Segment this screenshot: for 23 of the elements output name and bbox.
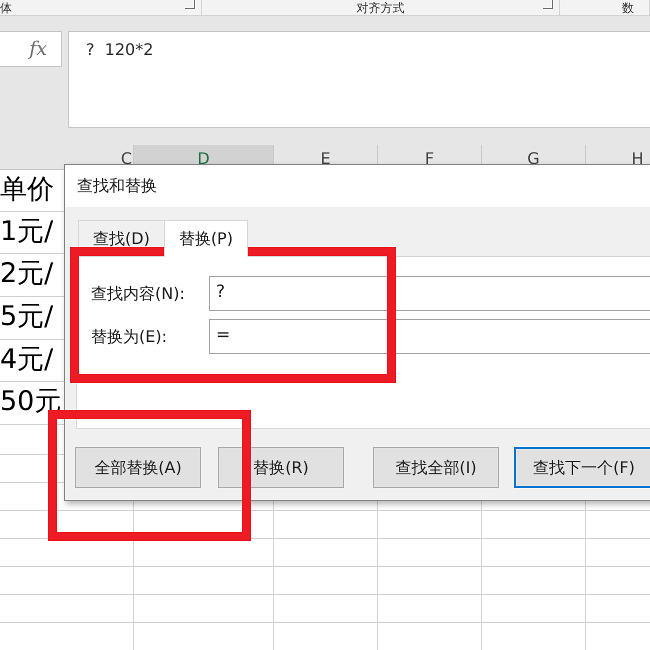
dialog-button[interactable]: 查找全部(I) [373,447,499,488]
field-label: 替换为(E): [91,326,168,348]
cell-text: 5元/ [0,300,54,334]
group-label: 数 [622,2,634,14]
dialog-button[interactable]: 全部替换(A) [75,447,201,488]
group-label: 体 [0,2,12,14]
cell-text: 4元/ [0,343,54,377]
name-box[interactable]: fx [0,31,62,67]
input-field[interactable]: ? [209,276,650,311]
cell-text: 单价 [0,173,54,207]
tab[interactable]: 替换(P) [164,220,248,257]
function-icon[interactable]: fx [29,40,47,58]
dialog-button[interactable]: 替换(R) [218,447,344,488]
dialog-title: 查找和替换 [77,175,157,197]
cell-text: 2元/ [0,257,54,291]
group-label: 对齐方式 [356,2,404,14]
cell-text: 1元/ [0,215,54,249]
dialog-button[interactable]: 查找下一个(F) [514,447,650,488]
field-label: 查找内容(N): [91,282,186,304]
formula-input[interactable]: ? 120*2 [68,31,650,128]
input-field[interactable]: = [209,319,650,354]
dialog-launcher-icon[interactable] [185,0,195,9]
dialog-launcher-icon[interactable] [543,0,553,9]
